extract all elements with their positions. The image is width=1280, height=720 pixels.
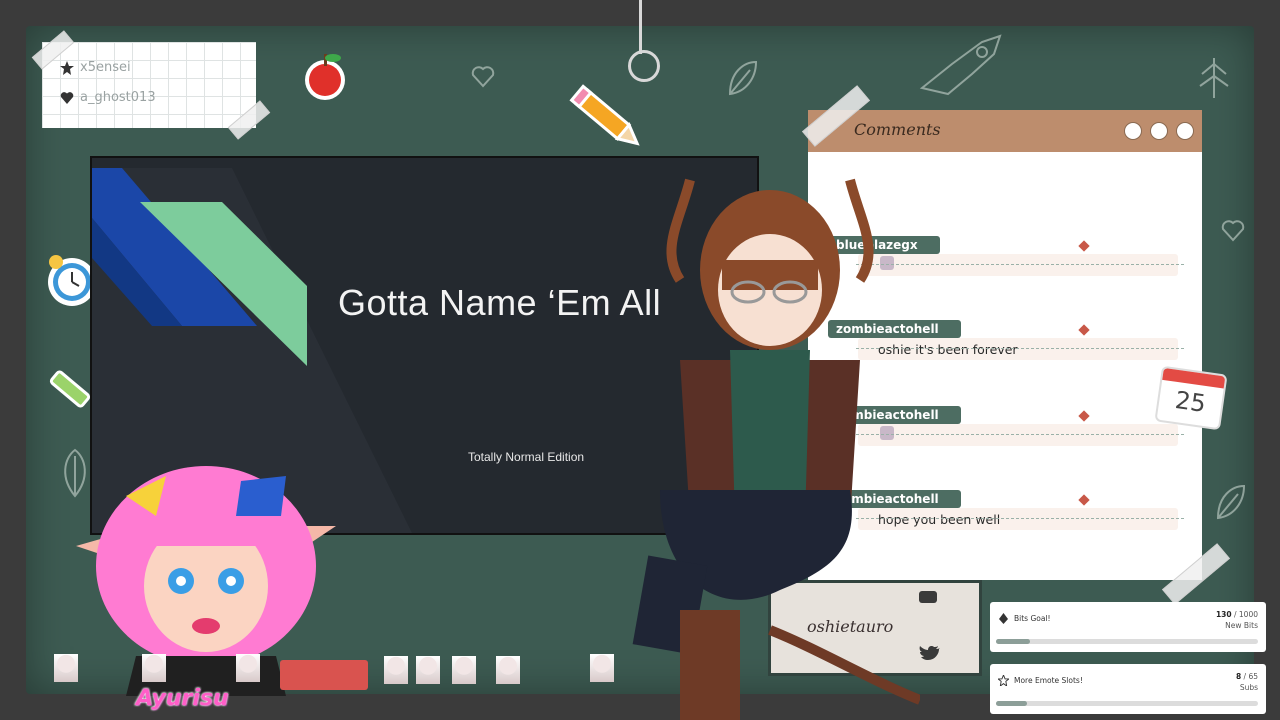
book-icon [280,660,368,690]
goal-current: 130 [1215,610,1232,619]
goal-progress-bar [996,701,1258,706]
cow-sprite [142,654,166,682]
note-name: a_ghost013 [80,90,156,105]
goal-current: 8 [1235,672,1242,681]
subs-goal: More Emote Slots! 8 / 65 Subs [990,664,1266,714]
cow-sprite [236,654,260,682]
goal-unit: New Bits [1225,621,1258,630]
note-row: x5ensei [60,60,131,75]
goal-label: More Emote Slots! [1014,676,1083,685]
heart-icon [1220,218,1246,242]
goal-progress-fill [996,639,1031,644]
diamond-icon [1078,324,1090,336]
goal-progress-bar [996,639,1258,644]
twitter-icon [919,646,940,660]
avatar-name: Ayurisu [136,686,229,711]
cow-sprite [54,654,78,682]
calendar-icon: 25 [1154,365,1228,431]
note-name: x5ensei [80,60,131,75]
goal-unit: Subs [1239,683,1258,692]
slide-subtitle: Totally Normal Edition [468,450,585,464]
slide-title: Gotta Name ‘Em All [338,282,662,323]
comments-title: Comments [854,120,941,139]
leaf-icon [1196,54,1232,100]
goal-target: 1000 [1238,610,1258,619]
window-dot [1150,122,1168,140]
comments-header: Comments [808,110,1202,152]
goal-progress-fill [996,701,1028,706]
hanging-string [639,0,642,54]
bits-goal: Bits Goal! 130 / 1000 New Bits [990,602,1266,652]
heart-icon [470,64,496,88]
goal-target: 65 [1248,672,1258,681]
star-icon [60,60,74,75]
goal-label: Bits Goal! [1014,614,1051,623]
recent-followers-note: x5ensei a_ghost013 [42,42,256,128]
cow-sprite [496,656,520,684]
goal-values: 8 / 65 Subs [1235,672,1258,692]
pencil-icon [566,78,650,164]
heart-icon [60,91,74,104]
apple-icon [300,44,350,108]
alarm-clock-icon [42,242,96,330]
star-outline-icon [998,675,1009,686]
diamond-icon [1078,410,1090,422]
leaf-icon [726,58,760,98]
youtube-icon [919,591,937,603]
cow-sprite [384,656,408,684]
calendar-day: 25 [1173,385,1208,418]
window-dot [1176,122,1194,140]
leaf-icon [1214,482,1248,522]
rocket-icon [912,28,1008,102]
window-dot [1124,122,1142,140]
cow-sprite [452,656,476,684]
vtuber-character [632,178,920,720]
note-row: a_ghost013 [60,90,156,105]
crayon-icon [48,368,92,414]
cow-sprite [590,654,614,682]
diamond-icon [1078,494,1090,506]
diamond-icon [1078,240,1090,252]
bits-icon [999,613,1008,624]
goal-values: 130 / 1000 New Bits [1215,610,1258,630]
cow-sprite [416,656,440,684]
